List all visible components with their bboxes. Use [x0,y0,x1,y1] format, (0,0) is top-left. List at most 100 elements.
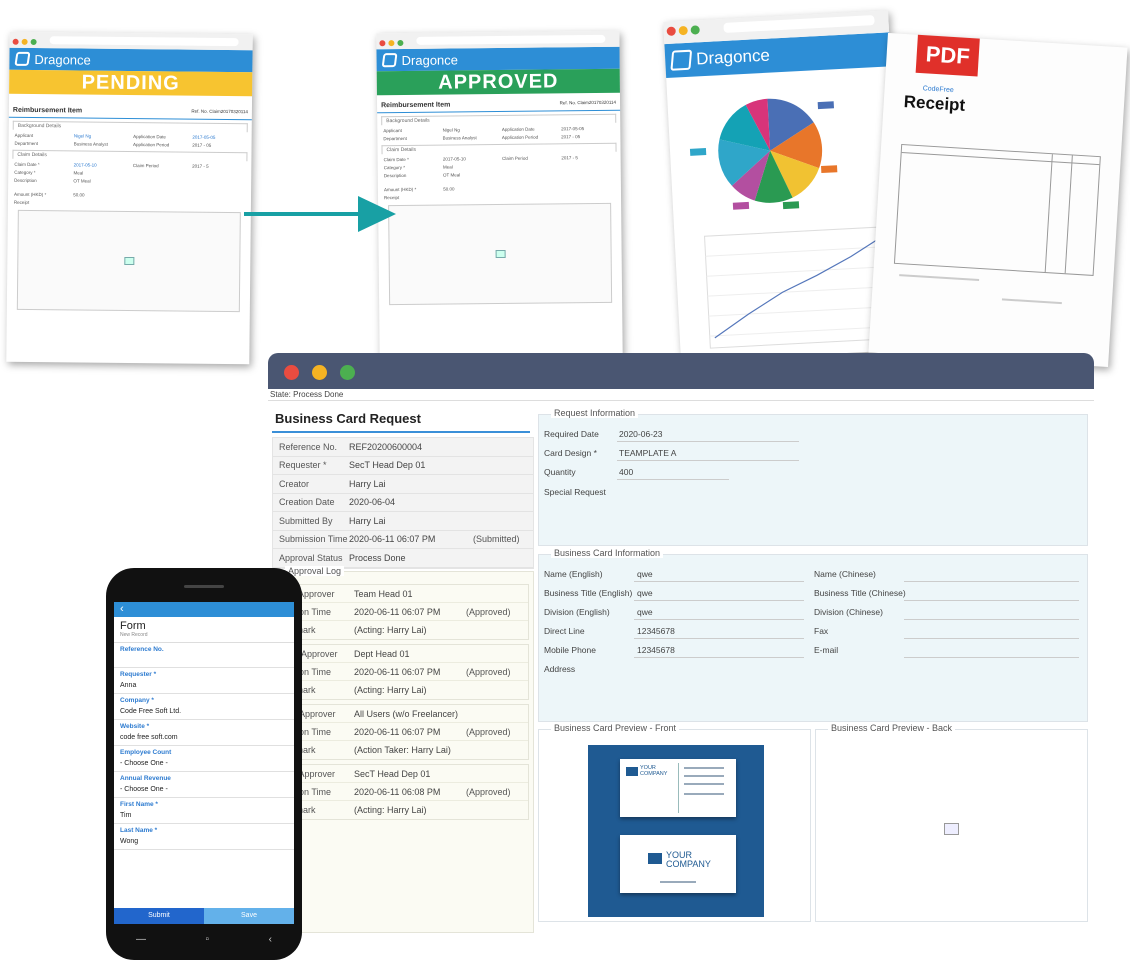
minimize-window-button[interactable] [312,365,327,380]
phone-field-label: Reference No. [120,646,164,653]
nav-home-square-icon[interactable]: ▫ [206,934,210,945]
name-en-value[interactable]: qwe [637,569,653,579]
back-button[interactable]: ‹ [114,602,294,617]
image-placeholder-icon [495,249,506,259]
image-placeholder-icon[interactable] [944,823,959,835]
claim-period-value: 2017 - 5 [192,163,209,169]
required-date-value[interactable]: 2020-06-23 [619,429,662,439]
field-row: Submission Time 2020-06-11 06:07 PM (Submi… [273,531,533,549]
phone-field-label: Employee Count [120,749,172,756]
approved-form-card: Dragonce APPROVED Reimbursement Item Ref.… [376,30,623,359]
fax-label: Fax [814,626,829,636]
field-label: Submission Time [279,534,348,545]
card-design-label: Card Design * [544,448,597,458]
application-period-value: 2017 - 05 [561,133,581,139]
pdf-table [893,143,1101,276]
url-bar [49,36,239,47]
window-title-bar [268,353,1094,389]
application-period-label: Application Period [133,141,170,147]
maximize-window-button[interactable] [340,365,355,380]
approval-log: Approval Log 1st Approver Team Head 01 Act… [272,566,534,933]
mobile-value[interactable]: 12345678 [637,645,675,655]
division-en-value[interactable]: qwe [637,607,653,617]
category-value[interactable]: Meal [73,170,126,176]
phone-field-label: Requester * [120,671,157,678]
phone-field-input[interactable]: Tim [114,809,294,824]
remark-value: (Action Taker: Harry Lai) [354,745,451,755]
phone-field-label: Website * [120,723,150,730]
approval-status: (Approved) [466,726,511,737]
department-label: Department [14,140,39,146]
approver-block: 4th Approver SecT Head Dep 01 Action Time 2… [277,764,529,820]
direct-line-value[interactable]: 12345678 [637,626,675,636]
request-fields: Reference No. REF20200600004 Requester * Se… [272,437,534,569]
approval-status: (Approved) [466,606,511,617]
title-en-value[interactable]: qwe [637,588,653,598]
description-label: Description [14,177,37,183]
chart-report-card: Dragonce [663,10,906,362]
field-value: Process Done [349,552,406,563]
phone-field-input[interactable]: Wong [114,835,294,850]
phone-field-input[interactable]: Anna [114,679,294,694]
field-label: Creation Date [279,497,335,508]
business-card-information-title: Business Card Information [551,548,664,558]
category-label: Category * [14,169,36,175]
dragonce-logo-icon [14,51,31,66]
receipt-placeholder[interactable] [16,209,241,313]
field-row: Approval Status Process Done [273,549,533,568]
application-period-value: 2017 - 05 [192,142,212,148]
phone-field-input[interactable]: Code Free Soft Ltd. [114,705,294,720]
card-front-mockup: YOUR COMPANY [620,835,736,893]
amount-value[interactable]: 50.00 [73,192,126,198]
card-design-value[interactable]: TEAMPLATE A [619,448,676,458]
field-label: Requester * [279,460,327,471]
receipt-placeholder [388,202,613,306]
submit-button[interactable]: Submit [114,908,204,924]
pdf-doc-title: Receipt [903,92,966,115]
form-title: Business Card Request [272,406,530,433]
nav-back-chevron-icon[interactable]: ‹ [269,934,272,945]
business-card-image[interactable]: YOUR COMPANY YOUR COMPANY [588,745,764,917]
claim-period-value: 2017 - 5 [561,154,578,160]
save-button[interactable]: Save [204,908,294,924]
approval-status: (Approved) [466,786,511,797]
claim-period-label: Claim Period [132,162,159,168]
phone-field-input[interactable] [114,654,294,668]
url-bar [416,34,606,45]
approver-block: 3rd Approver All Users (w/o Freelancer) Ac… [277,704,529,760]
phone-field-input[interactable]: - Choose One - [114,783,294,798]
description-label: Description [383,172,407,178]
nav-back-line-icon[interactable]: — [136,934,146,945]
request-information-title: Request Information [551,408,639,418]
application-date-label: Application Date [133,133,166,139]
description-value[interactable]: OT Meal [73,178,126,184]
field-extra: (Submitted) [473,534,520,545]
phone-field-label: Last Name * [120,827,158,834]
field-row: Creator Harry Lai [273,475,533,494]
preview-back: Business Card Preview - Back [815,723,1088,922]
status-banner: PENDING [9,69,253,97]
ref-value: Claim20170320114 [209,108,248,115]
phone-field-input[interactable]: - Choose One - [114,757,294,772]
pending-form-card: Dragonce PENDING Reimbursement Item Ref. … [6,31,253,365]
brand-header: Dragonce [9,47,253,73]
preview-front: Business Card Preview - Front YOUR COMPAN… [538,723,811,922]
quantity-value[interactable]: 400 [619,467,633,477]
url-bar [723,15,875,33]
claim-period-label: Claim Period [502,155,528,161]
browser-chrome [9,31,253,51]
applicant-value[interactable]: Nigel Ng [74,133,127,139]
field-value: SecT Head Dep 01 [349,460,426,471]
close-window-button[interactable] [284,365,299,380]
approval-log-title: Approval Log [285,566,345,576]
phone-field-input[interactable]: code free soft.com [114,731,294,746]
field-row: Reference No. REF20200600004 [273,438,533,457]
preview-back-title: Business Card Preview - Back [828,723,956,733]
mobile-label: Mobile Phone [544,645,596,655]
claim-date-value[interactable]: 2017-05-10 [74,162,127,168]
category-value: Meal [442,163,453,170]
approver-role-value: Dept Head 01 [354,648,410,659]
remark-value: (Acting: Harry Lai) [354,625,427,635]
receipt-label: Receipt [383,194,400,200]
application-date-value[interactable]: 2017-05-05 [192,134,245,140]
